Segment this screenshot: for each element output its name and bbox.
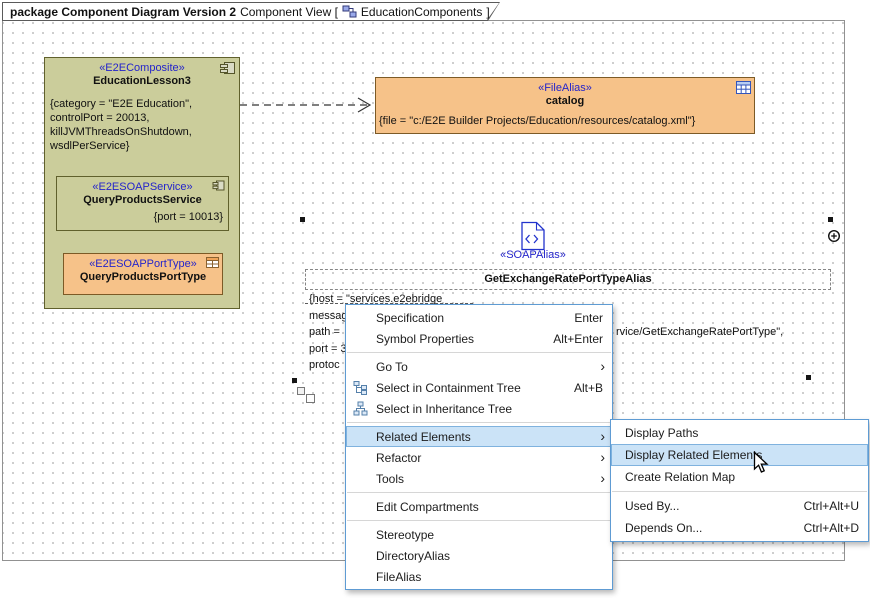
node-properties: {category = "E2E Education", controlPort… <box>45 87 239 153</box>
submenu-arrow-icon: › <box>600 428 605 444</box>
menu-item-label: Stereotype <box>376 528 434 542</box>
node-name: QueryProductsService <box>57 193 228 206</box>
node-query-products-port-type[interactable]: «E2ESOAPPortType» QueryProductsPortType <box>63 253 223 295</box>
compartment-manipulator-icon[interactable] <box>297 387 305 395</box>
property-fragment: rvice/GetExchangeRatePortType", <box>616 326 783 338</box>
menu-item-label: Symbol Properties <box>376 332 474 346</box>
menu-item-filealias[interactable]: FileAlias <box>346 566 612 587</box>
expand-manipulator-icon[interactable] <box>827 229 841 243</box>
menu-item-go-to[interactable]: Go To › <box>346 356 612 377</box>
menu-separator <box>347 422 611 423</box>
menu-item-edit-compartments[interactable]: Edit Compartments <box>346 496 612 517</box>
stereotype-label: «SOAPAlias» <box>468 249 598 261</box>
compartment-manipulator-icon[interactable] <box>306 394 315 403</box>
property-line: wsdlPerService} <box>50 139 239 153</box>
mouse-cursor <box>753 451 770 474</box>
selection-handle[interactable] <box>292 378 297 383</box>
menu-item-shortcut: Alt+Enter <box>535 332 603 346</box>
menu-item-label: Select in Inheritance Tree <box>376 402 512 416</box>
menu-item-directoryalias[interactable]: DirectoryAlias <box>346 545 612 566</box>
port-property: {port = 10013} <box>57 206 228 223</box>
menu-item-label: Edit Compartments <box>376 500 479 514</box>
submenu-item-depends-on[interactable]: Depends On... Ctrl+Alt+D <box>611 517 868 539</box>
submenu-item-display-related-elements[interactable]: Display Related Elements <box>611 444 868 466</box>
submenu-item-used-by[interactable]: Used By... Ctrl+Alt+U <box>611 495 868 517</box>
component-icon <box>219 61 236 75</box>
selection-handle[interactable] <box>300 217 305 222</box>
menu-item-select-in-inheritance-tree[interactable]: Select in Inheritance Tree <box>346 398 612 419</box>
property-fragment: protoc <box>309 359 340 371</box>
frame-diagram-name: EducationComponents <box>361 5 482 19</box>
menu-item-shortcut: Ctrl+Alt+D <box>786 521 859 535</box>
service-icon <box>212 180 225 191</box>
frame-view-label: Component View [ <box>240 5 338 19</box>
node-get-exchange-rate-port-type-alias[interactable]: GetExchangeRatePortTypeAlias <box>305 269 831 290</box>
menu-item-label: Display Related Elements <box>625 448 762 462</box>
selection-handle[interactable] <box>828 217 833 222</box>
submenu-arrow-icon: › <box>600 358 605 374</box>
frame-close-bracket: ] <box>486 5 489 19</box>
selection-handle[interactable] <box>806 375 811 380</box>
submenu-item-create-relation-map[interactable]: Create Relation Map <box>611 466 868 488</box>
context-menu: Specification Enter Symbol Properties Al… <box>345 304 613 590</box>
property-line: {category = "E2E Education", <box>50 97 239 111</box>
node-name: catalog <box>376 94 754 107</box>
menu-item-label: Tools <box>376 472 404 486</box>
node-name: GetExchangeRatePortTypeAlias <box>484 273 651 285</box>
frame-kind-label: package Component Diagram Version 2 <box>10 5 236 19</box>
menu-item-related-elements[interactable]: Related Elements › <box>346 426 612 447</box>
menu-item-refactor[interactable]: Refactor › <box>346 447 612 468</box>
menu-separator <box>347 492 611 493</box>
menu-item-shortcut: Enter <box>556 311 603 325</box>
soap-alias-icon[interactable] <box>520 221 546 251</box>
menu-item-select-in-containment-tree[interactable]: Select in Containment Tree Alt+B <box>346 377 612 398</box>
property-fragment: port = 3 <box>309 343 347 355</box>
menu-item-label: Create Relation Map <box>625 470 735 484</box>
containment-tree-icon <box>353 380 368 395</box>
stereotype-label: «E2ESOAPPortType» <box>64 254 222 270</box>
menu-item-stereotype[interactable]: Stereotype <box>346 524 612 545</box>
node-query-products-service[interactable]: «E2ESOAPService» QueryProductsService {p… <box>56 176 229 231</box>
file-property: {file = "c:/E2E Builder Projects/Educati… <box>376 107 754 127</box>
dependency-arrow[interactable] <box>240 94 376 116</box>
port-type-icon <box>206 257 219 268</box>
node-name: EducationLesson3 <box>45 74 239 87</box>
component-diagram-icon <box>342 5 357 18</box>
menu-separator <box>347 520 611 521</box>
stereotype-label: «FileAlias» <box>376 78 754 94</box>
menu-item-label: Go To <box>376 360 408 374</box>
stereotype-label: «E2ESOAPService» <box>57 177 228 193</box>
menu-item-shortcut: Ctrl+Alt+U <box>786 499 859 513</box>
related-elements-submenu: Display Paths Display Related Elements C… <box>610 419 869 542</box>
diagram-editor: package Component Diagram Version 2 Comp… <box>0 0 870 598</box>
submenu-arrow-icon: › <box>600 449 605 465</box>
menu-item-label: Display Paths <box>625 426 698 440</box>
property-line: killJVMThreadsOnShutdown, <box>50 125 239 139</box>
node-name: QueryProductsPortType <box>64 270 222 283</box>
menu-item-tools[interactable]: Tools › <box>346 468 612 489</box>
diagram-frame-tab: package Component Diagram Version 2 Comp… <box>2 2 500 21</box>
menu-item-label: FileAlias <box>376 570 421 584</box>
menu-separator <box>347 352 611 353</box>
menu-item-label: DirectoryAlias <box>376 549 450 563</box>
menu-item-shortcut: Alt+B <box>556 381 603 395</box>
inheritance-tree-icon <box>353 401 368 416</box>
menu-item-label: Specification <box>376 311 444 325</box>
menu-item-label: Used By... <box>625 499 679 513</box>
menu-item-label: Depends On... <box>625 521 702 535</box>
submenu-arrow-icon: › <box>600 470 605 486</box>
node-catalog[interactable]: «FileAlias» catalog {file = "c:/E2E Buil… <box>375 77 755 134</box>
menu-item-label: Select in Containment Tree <box>376 381 521 395</box>
menu-separator <box>612 491 867 492</box>
submenu-item-display-paths[interactable]: Display Paths <box>611 422 868 444</box>
menu-item-label: Refactor <box>376 451 421 465</box>
property-line: controlPort = 20013, <box>50 111 239 125</box>
menu-item-symbol-properties[interactable]: Symbol Properties Alt+Enter <box>346 328 612 349</box>
file-alias-icon <box>736 81 751 94</box>
property-fragment: messag <box>309 310 348 322</box>
menu-item-specification[interactable]: Specification Enter <box>346 307 612 328</box>
menu-item-label: Related Elements <box>376 430 471 444</box>
property-fragment: path = <box>309 326 340 338</box>
stereotype-label: «E2EComposite» <box>45 58 239 74</box>
